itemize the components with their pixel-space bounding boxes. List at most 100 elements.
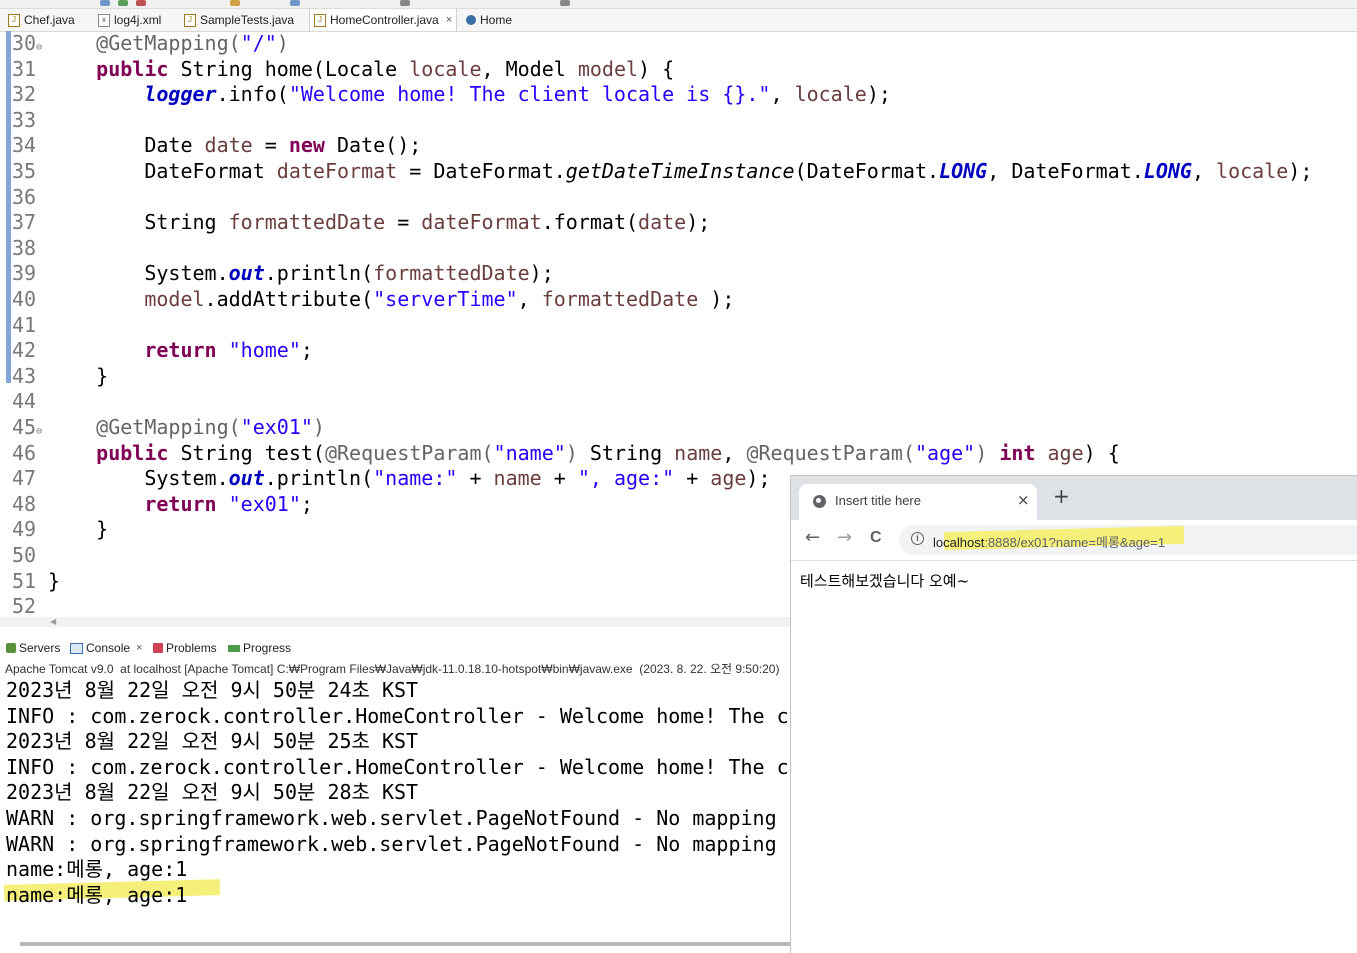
tab-label: SampleTests.java (200, 13, 295, 27)
editor-tab-bar: J Chef.java x log4j.xml J SampleTests.ja… (0, 9, 1357, 32)
toolbar-button[interactable] (230, 0, 240, 6)
code-line: 35 DateFormat dateFormat = DateFormat.ge… (0, 159, 1312, 185)
servers-icon (6, 643, 16, 653)
reload-icon[interactable]: C (870, 528, 882, 548)
code-line: 52 (0, 594, 48, 620)
tab-label: Problems (166, 641, 217, 655)
code-line: 41 (0, 313, 48, 339)
browser-tab-strip: Insert title here × + (791, 476, 1357, 520)
ide-toolbar (0, 0, 1357, 9)
console-horizontal-scrollbar[interactable] (20, 942, 790, 946)
line-number: 33 (12, 107, 37, 132)
tab-chef-java[interactable]: J Chef.java (8, 9, 75, 31)
tab-servers[interactable]: Servers (6, 641, 60, 655)
tab-label: Console (86, 641, 131, 655)
line-number: 43 (12, 363, 37, 388)
code-line: 45⊖ @GetMapping("ex01") (12, 415, 325, 439)
console-line: 2023년 8월 22일 오전 9시 50분 25초 KST (6, 729, 419, 754)
url-text: localhost:8888/ex01?name=메롱&age=1 (933, 532, 1165, 551)
code-line: 40 model.addAttribute("serverTime", form… (0, 287, 734, 313)
code-line: 50 (0, 543, 48, 569)
line-number: 49 (12, 517, 37, 542)
tab-home[interactable]: Home (466, 9, 512, 31)
page-body-text: 테스트해보겠습니다 오예~ (800, 572, 970, 590)
toolbar-button[interactable] (400, 0, 410, 6)
forward-icon[interactable]: → (837, 528, 852, 548)
line-number: 51 (12, 568, 37, 593)
line-number: 52 (12, 594, 37, 619)
close-tab-icon[interactable]: × (1017, 491, 1030, 509)
tab-sampletests-java[interactable]: J SampleTests.java (184, 9, 294, 31)
tab-console[interactable]: Console × (70, 641, 142, 655)
line-number: 34 (12, 133, 37, 158)
line-number: 40 (12, 287, 37, 311)
toolbar-button[interactable] (118, 0, 128, 6)
globe-icon (466, 15, 476, 25)
fold-icon[interactable]: ⊖ (36, 42, 42, 53)
line-number: 44 (12, 389, 37, 414)
line-number: 41 (12, 312, 37, 337)
browser-toolbar: ← → C i localhost:8888/ex01?name=메롱&age=… (791, 520, 1357, 561)
toolbar-button[interactable] (100, 0, 110, 6)
new-tab-button[interactable]: + (1053, 486, 1070, 506)
tab-progress[interactable]: Progress (228, 641, 291, 655)
console-line: WARN : org.springframework.web.servlet.P… (6, 831, 790, 856)
back-icon[interactable]: ← (805, 528, 820, 548)
code-line: 46 public String test(@RequestParam("nam… (0, 440, 1120, 467)
java-file-icon: J (8, 13, 20, 27)
address-bar[interactable]: i localhost:8888/ex01?name=메롱&age=1 (899, 525, 1357, 555)
line-number: 42 (12, 338, 37, 363)
code-line: 39 System.out.println(formattedDate); (0, 261, 554, 287)
code-line: 43 } (0, 363, 108, 390)
code-line: 51} (0, 568, 60, 595)
code-line: 32 logger.info("Welcome home! The client… (0, 82, 891, 108)
code-line: 30⊖ @GetMapping("/") (12, 31, 289, 55)
code-line: 31 public String home(Locale locale, Mod… (0, 56, 674, 83)
line-number: 36 (12, 184, 37, 209)
code-line: 36 (0, 185, 48, 211)
console-line: name:메롱, age:1 (6, 882, 188, 907)
line-number: 32 (12, 82, 37, 107)
console-line: INFO : com.zerock.controller.HomeControl… (6, 703, 790, 728)
url-host: localhost (933, 535, 985, 550)
code-line: 33 (0, 108, 48, 134)
toolbar-button[interactable] (290, 0, 300, 6)
line-number: 38 (12, 235, 37, 260)
editor-horizontal-scrollbar[interactable]: ◀ (0, 617, 790, 627)
toolbar-button[interactable] (560, 0, 570, 6)
line-number: 31 (12, 56, 37, 81)
line-number: 47 (12, 466, 37, 491)
console-line: WARN : org.springframework.web.servlet.P… (6, 806, 790, 830)
code-line: 48 return "ex01"; (0, 492, 313, 518)
progress-icon (228, 644, 240, 652)
console-line: 2023년 8월 22일 오전 9시 50분 24초 KST (6, 678, 419, 702)
line-number: 37 (12, 210, 37, 235)
fold-icon[interactable]: ⊖ (36, 426, 42, 437)
console-line: 2023년 8월 22일 오전 9시 50분 28초 KST (6, 780, 419, 805)
tab-label: Home (480, 13, 513, 27)
tab-homecontroller-java[interactable]: J HomeController.java × (309, 9, 458, 31)
problems-icon (153, 643, 163, 653)
tab-label: Progress (243, 641, 292, 655)
info-icon[interactable]: i (911, 532, 924, 545)
toolbar-button[interactable] (136, 0, 146, 6)
code-line: 49 } (0, 517, 108, 543)
java-file-icon: J (314, 13, 326, 27)
line-number: 46 (12, 440, 37, 465)
java-file-icon: J (184, 13, 196, 27)
tab-label: Servers (19, 641, 61, 655)
tab-label: log4j.xml (114, 13, 162, 27)
tab-label: Chef.java (24, 13, 75, 27)
close-icon[interactable]: × (446, 14, 452, 26)
console-tab-bar: Servers Console × Problems Progress (0, 639, 790, 659)
close-icon[interactable]: × (136, 642, 142, 654)
browser-window: Insert title here × + ← → C i localhost:… (790, 475, 1357, 953)
tab-log4j-xml[interactable]: x log4j.xml (98, 9, 161, 31)
line-number: 35 (12, 159, 37, 183)
code-line: 42 return "home"; (0, 338, 313, 364)
code-line: 44 (0, 389, 48, 415)
tab-problems[interactable]: Problems (153, 641, 217, 655)
browser-tab[interactable]: Insert title here × (799, 484, 1037, 520)
scroll-left-arrow-icon[interactable]: ◀ (50, 617, 56, 626)
tab-label: HomeController.java (330, 13, 439, 27)
